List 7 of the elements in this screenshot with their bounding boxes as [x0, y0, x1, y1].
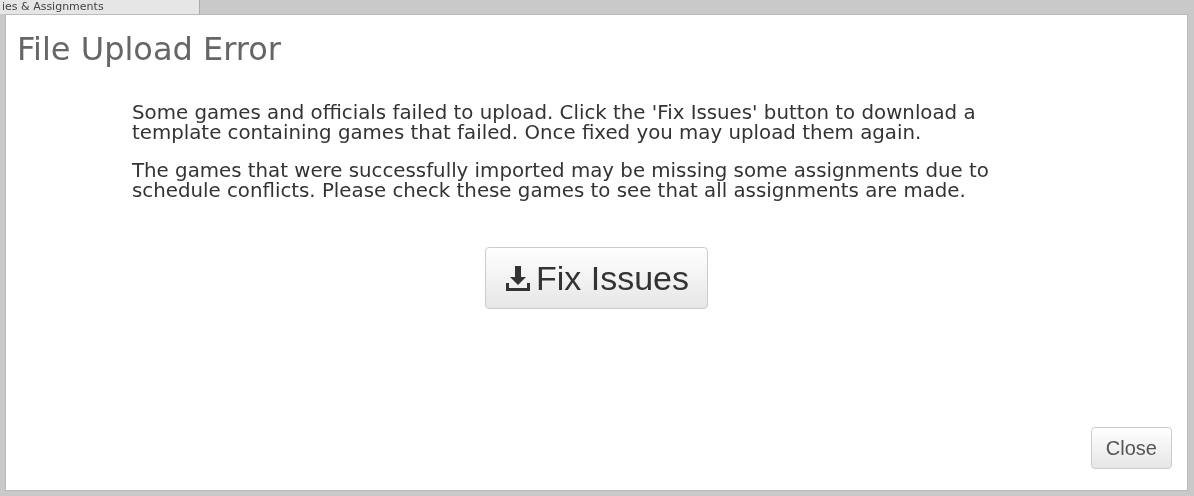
fix-issues-button[interactable]: Fix Issues — [484, 247, 708, 309]
dialog-title: File Upload Error — [16, 29, 282, 69]
download-icon — [503, 263, 532, 293]
close-button[interactable]: Close — [1090, 427, 1172, 469]
message-paragraph: Some games and officials failed to upload. Click the 'Fix Issues' button to download a template containing games that failed. Once fixed you may upload them again. — [132, 103, 977, 143]
message-paragraph: The games that were successfully imported may be missing some assignments due to schedule conflicts. Please check these games to see that all assignments are made. — [132, 161, 990, 201]
tab-label[interactable]: ies & Assignments — [0, 0, 200, 14]
